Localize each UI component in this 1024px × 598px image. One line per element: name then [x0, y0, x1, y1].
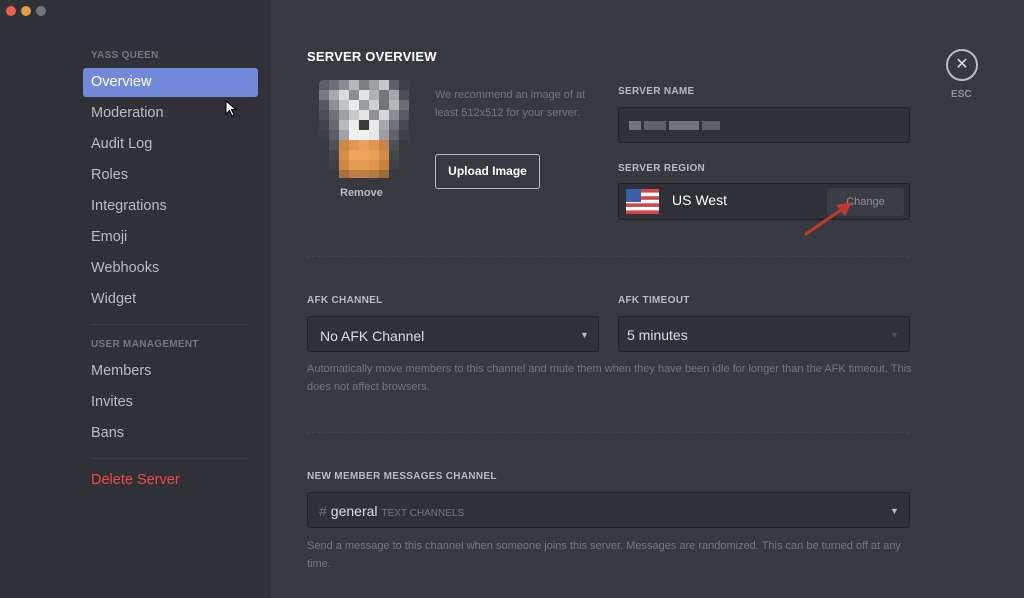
- new-member-channel-label: NEW MEMBER MESSAGES CHANNEL: [307, 471, 497, 482]
- sidebar-divider: [91, 458, 248, 459]
- sidebar-item-widget[interactable]: Widget: [83, 285, 258, 314]
- afk-timeout-value: 5 minutes: [627, 327, 688, 343]
- server-region-value: US West: [672, 192, 727, 208]
- channel-name: general: [330, 503, 378, 519]
- sidebar-item-audit-log[interactable]: Audit Log: [83, 130, 258, 159]
- server-region-label: SERVER REGION: [618, 163, 706, 174]
- close-icon[interactable]: ✕: [946, 49, 978, 81]
- minimize-window-button[interactable]: [21, 6, 31, 16]
- sidebar-item-bans[interactable]: Bans: [83, 419, 258, 448]
- sidebar-item-roles[interactable]: Roles: [83, 161, 258, 190]
- mouse-cursor-icon: [225, 100, 238, 117]
- remove-icon-link[interactable]: Remove: [340, 187, 383, 199]
- esc-label: ESC: [951, 89, 972, 100]
- sidebar-item-members[interactable]: Members: [83, 357, 258, 386]
- user-management-header: USER MANAGEMENT: [91, 339, 199, 350]
- sidebar-item-webhooks[interactable]: Webhooks: [83, 254, 258, 283]
- server-name-value-redacted: [629, 121, 720, 130]
- new-member-help-text: Send a message to this channel when some…: [307, 540, 901, 570]
- hash-icon: #: [319, 503, 327, 519]
- chevron-down-icon: ▼: [890, 506, 899, 516]
- new-member-channel-value: # general TEXT CHANNELS: [319, 503, 464, 519]
- sidebar-item-invites[interactable]: Invites: [83, 388, 258, 417]
- server-name-header: YASS QUEEN: [91, 50, 159, 61]
- section-divider: [307, 256, 909, 257]
- red-arrow-annotation: [804, 202, 852, 236]
- server-icon-image[interactable]: [319, 80, 409, 178]
- main-title: SERVER OVERVIEW: [307, 49, 437, 64]
- sidebar-item-overview[interactable]: Overview: [83, 68, 258, 97]
- sidebar-item-integrations[interactable]: Integrations: [83, 192, 258, 221]
- server-name-label: SERVER NAME: [618, 86, 695, 97]
- channel-type: TEXT CHANNELS: [381, 508, 465, 519]
- us-flag-icon: [626, 189, 659, 214]
- upload-image-button[interactable]: Upload Image: [435, 154, 540, 189]
- window-controls: [6, 6, 46, 16]
- afk-channel-value: No AFK Channel: [320, 328, 425, 344]
- close-window-button[interactable]: [6, 6, 16, 16]
- maximize-window-button[interactable]: [36, 6, 46, 16]
- afk-channel-label: AFK CHANNEL: [307, 295, 383, 306]
- chevron-down-icon: ▼: [890, 330, 899, 340]
- afk-timeout-label: AFK TIMEOUT: [618, 295, 690, 306]
- sidebar-divider: [91, 324, 248, 325]
- icon-size-hint: We recommend an image of at least 512x51…: [435, 89, 586, 119]
- settings-sidebar: YASS QUEEN Overview Moderation Audit Log…: [0, 0, 270, 598]
- chevron-down-icon: ▼: [580, 330, 589, 340]
- delete-server-button[interactable]: Delete Server: [83, 466, 258, 495]
- afk-help-text: Automatically move members to this chann…: [307, 363, 912, 393]
- sidebar-item-emoji[interactable]: Emoji: [83, 223, 258, 252]
- section-divider: [307, 432, 909, 433]
